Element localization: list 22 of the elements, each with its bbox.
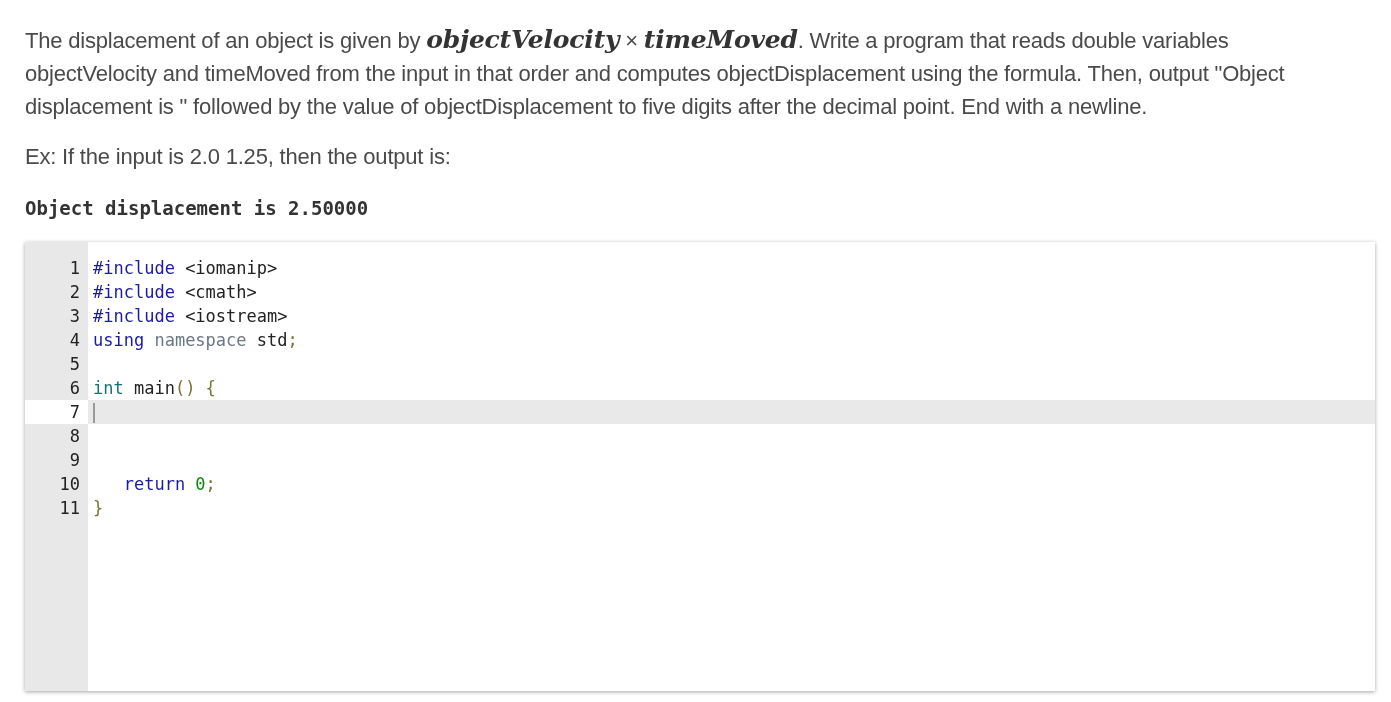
line-number: 2 (68, 281, 81, 304)
code-line: using namespace std; (92, 329, 299, 352)
line-number: 10 (58, 473, 81, 496)
line-number: 9 (68, 449, 81, 472)
line-number: 11 (58, 497, 81, 520)
code-line: } (92, 497, 105, 520)
problem-statement: The displacement of an object is given by objectVelocity × timeMoved. Write a program that reads double variables objectVelocity and timeMoved from the input in that order and computes objectDisplacement using the formula. Then, output "Object displacement is " followed by the value of objectDisplacement to five digits after the decimal point. End with a newline. (25, 24, 1286, 121)
code-line: #include <cmath> (92, 281, 258, 304)
line-number: 3 (68, 305, 81, 328)
code-line: #include <iomanip> (92, 257, 279, 280)
line-number: 7 (25, 400, 88, 424)
line-number: 5 (68, 353, 81, 376)
line-number: 4 (68, 329, 81, 352)
code-line: int main() { (92, 377, 217, 400)
line-number: 8 (68, 425, 81, 448)
text-cursor (93, 403, 95, 423)
code-line: #include <iostream> (92, 305, 289, 328)
line-number: 1 (68, 257, 81, 280)
line-number: 6 (68, 377, 81, 400)
code-line: return 0; (122, 473, 217, 496)
expected-output: Object displacement is 2.50000 (25, 196, 369, 221)
example-text: Ex: If the input is 2.0 1.25, then the output is: (25, 143, 452, 171)
